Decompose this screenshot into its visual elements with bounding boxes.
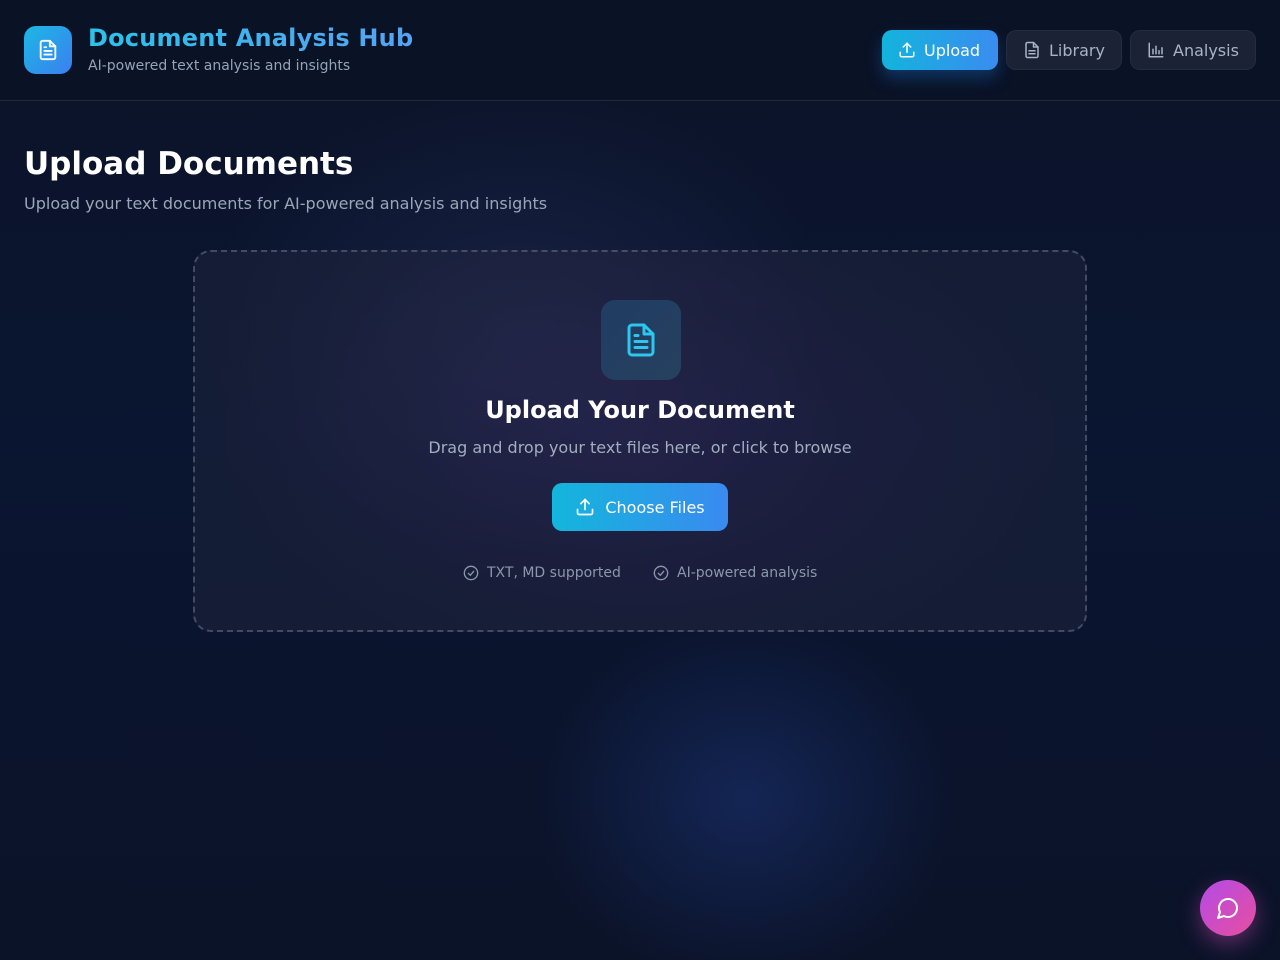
page-subtitle: Upload your text documents for AI-powere…	[24, 194, 548, 213]
app-subtitle: AI-powered text analysis and insights	[88, 58, 351, 74]
chat-button[interactable]	[1200, 880, 1256, 936]
choose-files-label: Choose Files	[605, 497, 705, 517]
nav-upload-label: Upload	[924, 40, 981, 60]
nav-analysis-button[interactable]: Analysis	[1130, 30, 1256, 70]
dropzone-description: Drag and drop your text files here, or c…	[428, 438, 852, 457]
nav-library-label: Library	[1049, 40, 1105, 60]
document-icon	[1025, 41, 1039, 59]
document-icon	[627, 323, 655, 357]
feature-label: AI-powered analysis	[677, 565, 818, 581]
document-icon	[39, 39, 57, 61]
upload-icon	[577, 498, 594, 516]
page-title: Upload Documents	[24, 146, 354, 182]
feature-label: TXT, MD supported	[487, 565, 621, 581]
app-logo	[24, 26, 72, 74]
bar-chart-icon	[1148, 42, 1164, 58]
app-title: Document Analysis Hub	[88, 24, 414, 52]
nav-library-button[interactable]: Library	[1006, 30, 1122, 70]
app-header: Document Analysis Hub AI-powered text an…	[0, 0, 1280, 101]
dropzone-icon-box	[601, 300, 681, 380]
nav-upload-button[interactable]: Upload	[882, 30, 998, 70]
upload-dropzone[interactable]: Upload Your Document Drag and drop your …	[193, 250, 1087, 632]
choose-files-button[interactable]: Choose Files	[552, 483, 728, 531]
nav-analysis-label: Analysis	[1173, 40, 1239, 60]
upload-icon	[899, 42, 915, 58]
chat-bubble-icon	[1217, 898, 1238, 919]
check-circle-icon	[653, 565, 669, 581]
check-circle-icon	[463, 565, 479, 581]
feature-supported-formats: TXT, MD supported	[463, 565, 621, 581]
feature-ai-analysis: AI-powered analysis	[653, 565, 817, 581]
dropzone-title: Upload Your Document	[485, 396, 795, 424]
